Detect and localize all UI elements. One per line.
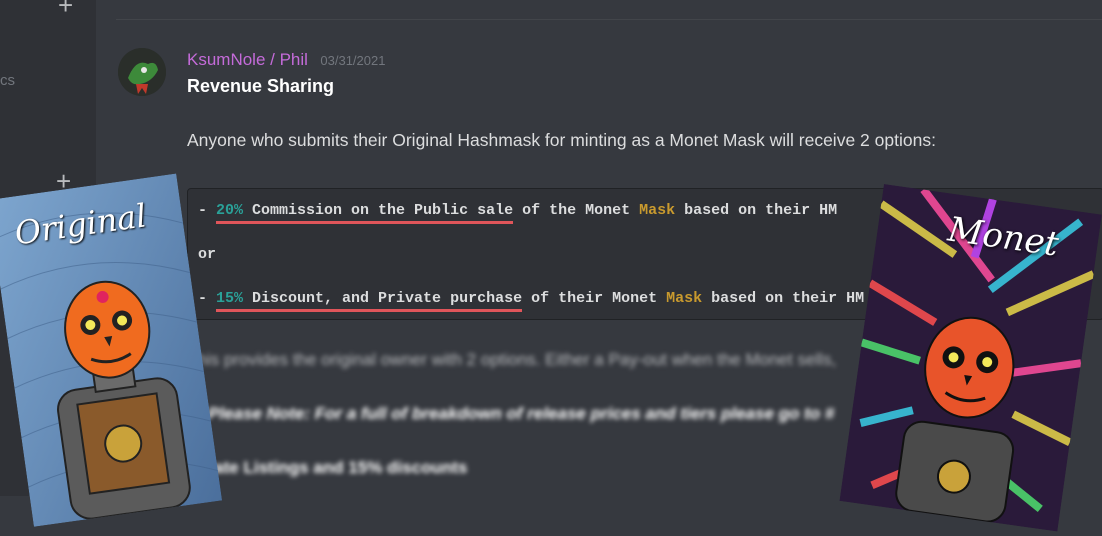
message-header: KsumNole / Phil 03/31/2021 [187, 50, 385, 70]
code-text: based on their HM [675, 202, 838, 219]
blurred-text: Please Note: For a full of breakdown of … [208, 404, 835, 423]
avatar[interactable] [118, 48, 166, 96]
code-line-or: or [198, 246, 217, 263]
underlined-text: Discount, and Private purchase [243, 290, 523, 307]
message-title: Revenue Sharing [187, 76, 335, 96]
message-divider [116, 19, 1102, 20]
underlined-phrase: 15% Discount, and Private purchase [216, 290, 523, 312]
blurred-text: ivate Listings and 15% discounts [200, 458, 468, 477]
sidebar-partial-text: cs [0, 72, 15, 89]
code-text: of the Monet [513, 202, 640, 219]
highlight-word: Mask [639, 202, 676, 219]
code-text: of their Monet [522, 290, 667, 307]
dash: - [198, 202, 217, 219]
code-text: based on their HM [702, 290, 865, 307]
dash: - [198, 290, 217, 307]
blurred-text: This provides the original owner with 2 … [187, 350, 837, 369]
underlined-phrase: 20% Commission on the Public sale [216, 202, 514, 224]
percent-value: 15% [216, 290, 244, 307]
underlined-text: Commission on the Public sale [243, 202, 514, 219]
message-intro: Anyone who submits their Original Hashma… [187, 130, 936, 150]
code-line-option-1: - 20% Commission on the Public sale of t… [198, 202, 838, 224]
monet-mask-card: Monet [839, 184, 1102, 536]
add-icon[interactable]: + [58, 0, 73, 18]
author-name[interactable]: KsumNole / Phil [187, 50, 308, 69]
highlight-word: Mask [666, 290, 703, 307]
message-timestamp: 03/31/2021 [320, 53, 386, 68]
code-line-option-2: - 15% Discount, and Private purchase of … [198, 290, 865, 312]
percent-value: 20% [216, 202, 244, 219]
